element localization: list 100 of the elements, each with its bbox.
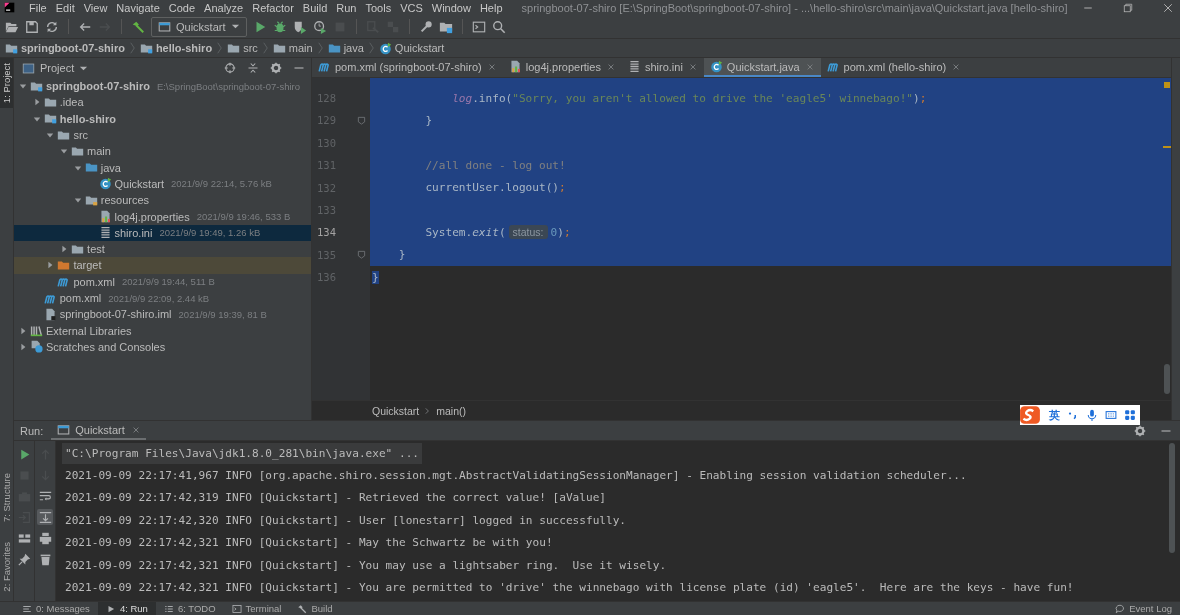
bug-icon[interactable] — [272, 19, 287, 34]
breadcrumb-item[interactable]: Quickstart — [394, 42, 445, 54]
menu-item[interactable]: View — [83, 1, 108, 14]
wrap-icon[interactable] — [38, 489, 52, 503]
breadcrumb-item[interactable]: src — [243, 42, 258, 54]
keyboard-icon[interactable] — [1105, 409, 1117, 421]
menu-item[interactable]: File — [29, 1, 47, 14]
tree-item[interactable]: Scratches and Consoles — [14, 338, 311, 356]
restore-icon[interactable] — [1122, 1, 1134, 14]
tool-window-tab[interactable]: 7: Structure — [0, 468, 13, 528]
tree-item[interactable]: hello-shiro — [14, 110, 311, 127]
tree-arrow-icon[interactable] — [60, 245, 69, 254]
s-logo-icon[interactable] — [1018, 404, 1042, 426]
clock-run-icon[interactable] — [312, 19, 327, 34]
menu-item[interactable]: Code — [168, 1, 196, 14]
scroll-to-end-icon[interactable] — [38, 510, 52, 524]
tool-window-tab[interactable]: 4: Run — [97, 602, 156, 615]
editor-tab[interactable]: Quickstart.java — [703, 58, 821, 77]
tool-window-tab[interactable]: 2: Favorites — [0, 537, 13, 597]
fold-marker-icon[interactable] — [357, 250, 366, 260]
tree-arrow-icon[interactable] — [60, 147, 69, 156]
tool-window-tab[interactable]: 6: TODO — [155, 602, 224, 615]
save-icon[interactable] — [25, 19, 39, 34]
tree-item[interactable]: test — [14, 240, 311, 258]
tree-item[interactable]: target — [14, 257, 311, 274]
tree-arrow-icon[interactable] — [19, 82, 27, 91]
tree-item[interactable]: pom.xml 2021/9/9 22:09, 2.44 kB — [14, 289, 311, 307]
menu-item[interactable]: Edit — [55, 1, 75, 14]
editor-tab[interactable]: shiro.ini — [621, 58, 704, 77]
editor-tab[interactable]: log4j.properties — [502, 58, 622, 77]
close-icon[interactable] — [131, 425, 140, 434]
sync-icon[interactable] — [45, 19, 59, 34]
run-config-dropdown[interactable]: Quickstart — [151, 16, 247, 37]
editor-tab[interactable]: pom.xml (hello-shiro) — [820, 58, 968, 77]
menu-item[interactable]: VCS — [400, 1, 423, 14]
close-icon[interactable] — [487, 62, 496, 71]
warning-marker[interactable] — [1163, 146, 1171, 148]
collapse-icon[interactable] — [247, 62, 259, 74]
trash-icon[interactable] — [38, 552, 52, 566]
tree-arrow-icon[interactable] — [46, 261, 55, 270]
tree-arrow-icon[interactable] — [19, 326, 27, 335]
tree-arrow-icon[interactable] — [46, 131, 55, 140]
tree-arrow-icon[interactable] — [19, 342, 27, 351]
tool-window-tab[interactable]: Build — [289, 602, 341, 615]
menu-item[interactable]: Refactor — [252, 1, 294, 14]
breadcrumb-item[interactable]: main() — [436, 404, 467, 417]
menu-item[interactable]: Analyze — [204, 1, 244, 14]
input-mode-toggle[interactable]: 英 — [1049, 407, 1060, 423]
hammer-icon — [297, 603, 308, 614]
close-icon[interactable] — [606, 62, 615, 71]
shield-run-icon[interactable] — [292, 19, 307, 34]
tree-arrow-icon[interactable] — [73, 196, 82, 205]
scrollbar[interactable] — [1163, 364, 1171, 394]
tree-arrow-icon[interactable] — [73, 163, 82, 172]
scrollbar[interactable] — [1168, 443, 1176, 553]
menu-item[interactable]: Help — [479, 1, 503, 14]
terminal-icon[interactable] — [471, 19, 486, 34]
tree-arrow-icon[interactable] — [32, 114, 41, 123]
tool-window-tab[interactable]: 1: Project — [0, 58, 13, 109]
menu-item[interactable]: Tools — [365, 1, 392, 14]
tree-item[interactable]: resources — [14, 192, 311, 209]
breadcrumb-item[interactable]: main — [288, 42, 313, 54]
tree-item[interactable]: src — [14, 126, 311, 144]
editor-tab[interactable]: pom.xml (springboot-07-shiro) — [312, 58, 503, 77]
menu-item[interactable]: Build — [302, 1, 328, 14]
menu-item[interactable]: Window — [431, 1, 471, 14]
crosshair-icon[interactable] — [224, 62, 236, 74]
search-icon[interactable] — [491, 19, 506, 34]
breadcrumb-item[interactable]: java — [343, 42, 364, 54]
printer-icon[interactable] — [38, 531, 52, 545]
wrench-icon[interactable] — [418, 19, 433, 34]
menu-item[interactable]: Navigate — [116, 1, 160, 14]
fold-marker-icon[interactable] — [357, 116, 366, 126]
tree-item[interactable]: java — [14, 159, 311, 176]
tree-arrow-icon[interactable] — [32, 98, 41, 107]
pin-icon[interactable] — [17, 552, 31, 566]
close-icon[interactable] — [688, 62, 697, 71]
tool-window-tab[interactable]: 0: Messages — [14, 602, 98, 615]
tree-item[interactable]: log4j.properties 2021/9/9 19:46, 533 B — [14, 208, 311, 225]
close-icon[interactable] — [952, 62, 961, 71]
panel-title[interactable]: Project — [40, 62, 75, 74]
microphone-icon[interactable] — [1086, 409, 1098, 421]
tree-item[interactable]: External Libraries — [14, 322, 311, 339]
tree-item[interactable]: springboot-07-shiro E:\SpringBoot\springboot-07-shiro — [14, 78, 311, 95]
breadcrumb-item[interactable]: Quickstart — [372, 404, 420, 417]
tool-window-tab[interactable]: Terminal — [223, 602, 290, 615]
menu-item[interactable]: Run — [336, 1, 357, 14]
tree-item[interactable]: main — [14, 143, 311, 160]
settings-icon[interactable] — [1134, 424, 1146, 437]
tree-item[interactable]: .idea — [14, 94, 311, 111]
settings-icon[interactable] — [270, 62, 282, 74]
tree-item[interactable]: shiro.ini 2021/9/9 19:49, 1.26 kB — [14, 224, 311, 241]
event-log-tab[interactable]: Event Log — [1107, 602, 1180, 615]
breadcrumb-item[interactable]: hello-shiro — [155, 42, 213, 54]
warning-marker[interactable] — [1164, 82, 1170, 88]
hammer-icon[interactable] — [131, 19, 145, 34]
grid-icon[interactable] — [1124, 409, 1136, 421]
close-icon[interactable] — [1162, 1, 1174, 14]
layout-icon[interactable] — [17, 531, 31, 545]
breadcrumb-item[interactable]: springboot-07-shiro — [21, 42, 125, 54]
